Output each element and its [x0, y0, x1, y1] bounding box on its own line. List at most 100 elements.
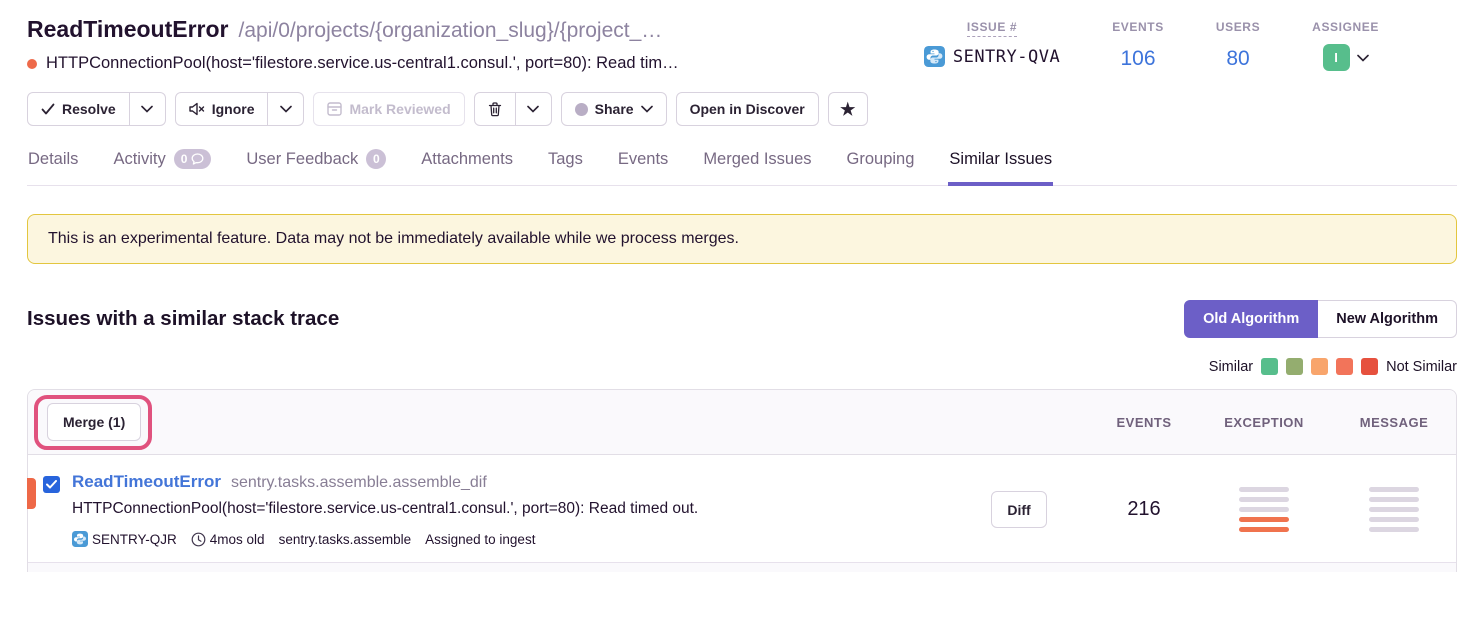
new-algorithm-button[interactable]: New Algorithm: [1318, 300, 1457, 338]
diff-button[interactable]: Diff: [991, 491, 1046, 528]
open-in-discover-button[interactable]: Open in Discover: [676, 92, 819, 126]
tab-label: Attachments: [421, 150, 513, 169]
star-icon: ★: [840, 101, 855, 118]
tab-label: Events: [618, 150, 668, 169]
assignee-avatar[interactable]: I: [1323, 44, 1350, 71]
bookmark-star-button[interactable]: ★: [828, 92, 868, 126]
color-swatch: [1369, 487, 1419, 492]
tab-label: Grouping: [847, 150, 915, 169]
resolve-dropdown-button[interactable]: [130, 92, 166, 126]
assignee-selector[interactable]: I: [1312, 44, 1379, 71]
error-level-dot-icon: [27, 59, 37, 69]
users-label: USERS: [1216, 20, 1260, 34]
column-exception: EXCEPTION: [1224, 415, 1304, 430]
column-message: MESSAGE: [1360, 415, 1429, 430]
users-count[interactable]: 80: [1216, 47, 1260, 71]
resolve-button[interactable]: Resolve: [27, 92, 130, 126]
tab-label: User Feedback: [246, 150, 358, 169]
activity-count-badge: 0: [174, 149, 212, 169]
tab-events[interactable]: Events: [617, 143, 669, 186]
python-icon: [72, 531, 88, 547]
issue-title-line: ReadTimeoutError /api/0/projects/{organi…: [27, 16, 679, 43]
tab-activity[interactable]: Activity 0: [112, 143, 212, 186]
issue-short-id: SENTRY-QVA: [953, 47, 1060, 67]
color-swatch: [1239, 487, 1289, 492]
badge-count: 0: [181, 152, 188, 166]
row-checkbox[interactable]: [43, 476, 60, 493]
mark-reviewed-button[interactable]: Mark Reviewed: [313, 92, 464, 126]
tab-similar-issues[interactable]: Similar Issues: [948, 143, 1053, 186]
color-swatch: [1286, 358, 1303, 375]
resolve-label: Resolve: [62, 101, 116, 117]
color-swatch: [1239, 527, 1289, 532]
color-swatch: [1336, 358, 1353, 375]
open-in-discover-label: Open in Discover: [690, 101, 805, 117]
tab-details[interactable]: Details: [27, 143, 79, 186]
ignore-button[interactable]: Ignore: [175, 92, 269, 126]
resolve-button-group: Resolve: [27, 92, 166, 126]
tab-tags[interactable]: Tags: [547, 143, 584, 186]
tab-user-feedback[interactable]: User Feedback 0: [245, 143, 387, 186]
events-count[interactable]: 106: [1112, 47, 1164, 71]
tab-label: Similar Issues: [949, 150, 1052, 169]
comment-bubble-icon: [191, 153, 204, 165]
color-swatch: [1239, 497, 1289, 502]
issue-toolbar: Resolve Ignore Mark Reviewed: [27, 92, 1484, 126]
similar-issue-row: ReadTimeoutError sentry.tasks.assemble.a…: [28, 455, 1456, 563]
color-swatch: [1311, 358, 1328, 375]
similarity-legend: Similar Not Similar: [27, 358, 1457, 375]
stat-users: USERS 80: [1216, 18, 1260, 73]
issue-detail-page: ReadTimeoutError /api/0/projects/{organi…: [0, 0, 1484, 617]
tab-merged-issues[interactable]: Merged Issues: [702, 143, 812, 186]
tab-grouping[interactable]: Grouping: [846, 143, 916, 186]
mute-icon: [189, 102, 205, 116]
error-level-bar: [27, 478, 36, 509]
chevron-down-icon: [280, 105, 292, 113]
row-age: 4mos old: [191, 532, 265, 547]
row-events-count: 216: [1127, 498, 1160, 521]
issue-id-label: ISSUE #: [967, 20, 1017, 37]
color-swatch: [1239, 517, 1289, 522]
color-swatch: [1369, 507, 1419, 512]
tab-attachments[interactable]: Attachments: [420, 143, 514, 186]
chevron-down-icon: [141, 105, 153, 113]
chevron-down-icon: [641, 105, 653, 113]
ignore-dropdown-button[interactable]: [268, 92, 304, 126]
similar-issues-section-header: Issues with a similar stack trace Old Al…: [27, 300, 1457, 338]
stat-events: EVENTS 106: [1112, 18, 1164, 73]
share-status-dot-icon: [575, 103, 588, 116]
row-right-columns: Diff 216: [944, 487, 1454, 532]
mark-reviewed-label: Mark Reviewed: [349, 101, 450, 117]
legend-similar-label: Similar: [1209, 359, 1253, 375]
legend-not-similar-label: Not Similar: [1386, 359, 1457, 375]
issue-subtitle-line: HTTPConnectionPool(host='filestore.servi…: [27, 54, 679, 73]
user-feedback-count-badge: 0: [366, 149, 386, 169]
row-metadata: SENTRY-QJR 4mos old sentry.tasks.assembl…: [72, 531, 698, 547]
clock-icon: [191, 532, 206, 547]
color-swatch: [1369, 527, 1419, 532]
color-swatch: [1261, 358, 1278, 375]
issue-header: ReadTimeoutError /api/0/projects/{organi…: [0, 0, 1484, 73]
row-age-text: 4mos old: [210, 532, 265, 547]
issue-id-value[interactable]: SENTRY-QVA: [924, 46, 1060, 67]
row-issue-title-link[interactable]: ReadTimeoutError: [72, 472, 221, 492]
old-algorithm-button[interactable]: Old Algorithm: [1184, 300, 1318, 338]
tab-label: Tags: [548, 150, 583, 169]
color-swatch: [1361, 358, 1378, 375]
assignee-label: ASSIGNEE: [1312, 20, 1379, 34]
chevron-down-icon: [1357, 54, 1369, 62]
section-heading: Issues with a similar stack trace: [27, 307, 339, 331]
delete-dropdown-button[interactable]: [516, 92, 552, 126]
row-task: sentry.tasks.assemble: [279, 532, 412, 547]
banner-text: This is an experimental feature. Data ma…: [48, 230, 739, 247]
issue-subtitle: HTTPConnectionPool(host='filestore.servi…: [46, 54, 679, 73]
merge-button[interactable]: Merge (1): [47, 403, 141, 441]
delete-button[interactable]: [474, 92, 516, 126]
row-culprit: sentry.tasks.assemble.assemble_dif: [231, 474, 487, 492]
issue-title: ReadTimeoutError: [27, 16, 229, 43]
share-button[interactable]: Share: [561, 92, 667, 126]
color-swatch: [1239, 507, 1289, 512]
message-similarity-bars: [1369, 487, 1419, 532]
issue-stats: ISSUE # SENTRY-QVA EVENTS 106 USERS 80 A…: [924, 18, 1379, 73]
python-icon: [924, 46, 945, 67]
